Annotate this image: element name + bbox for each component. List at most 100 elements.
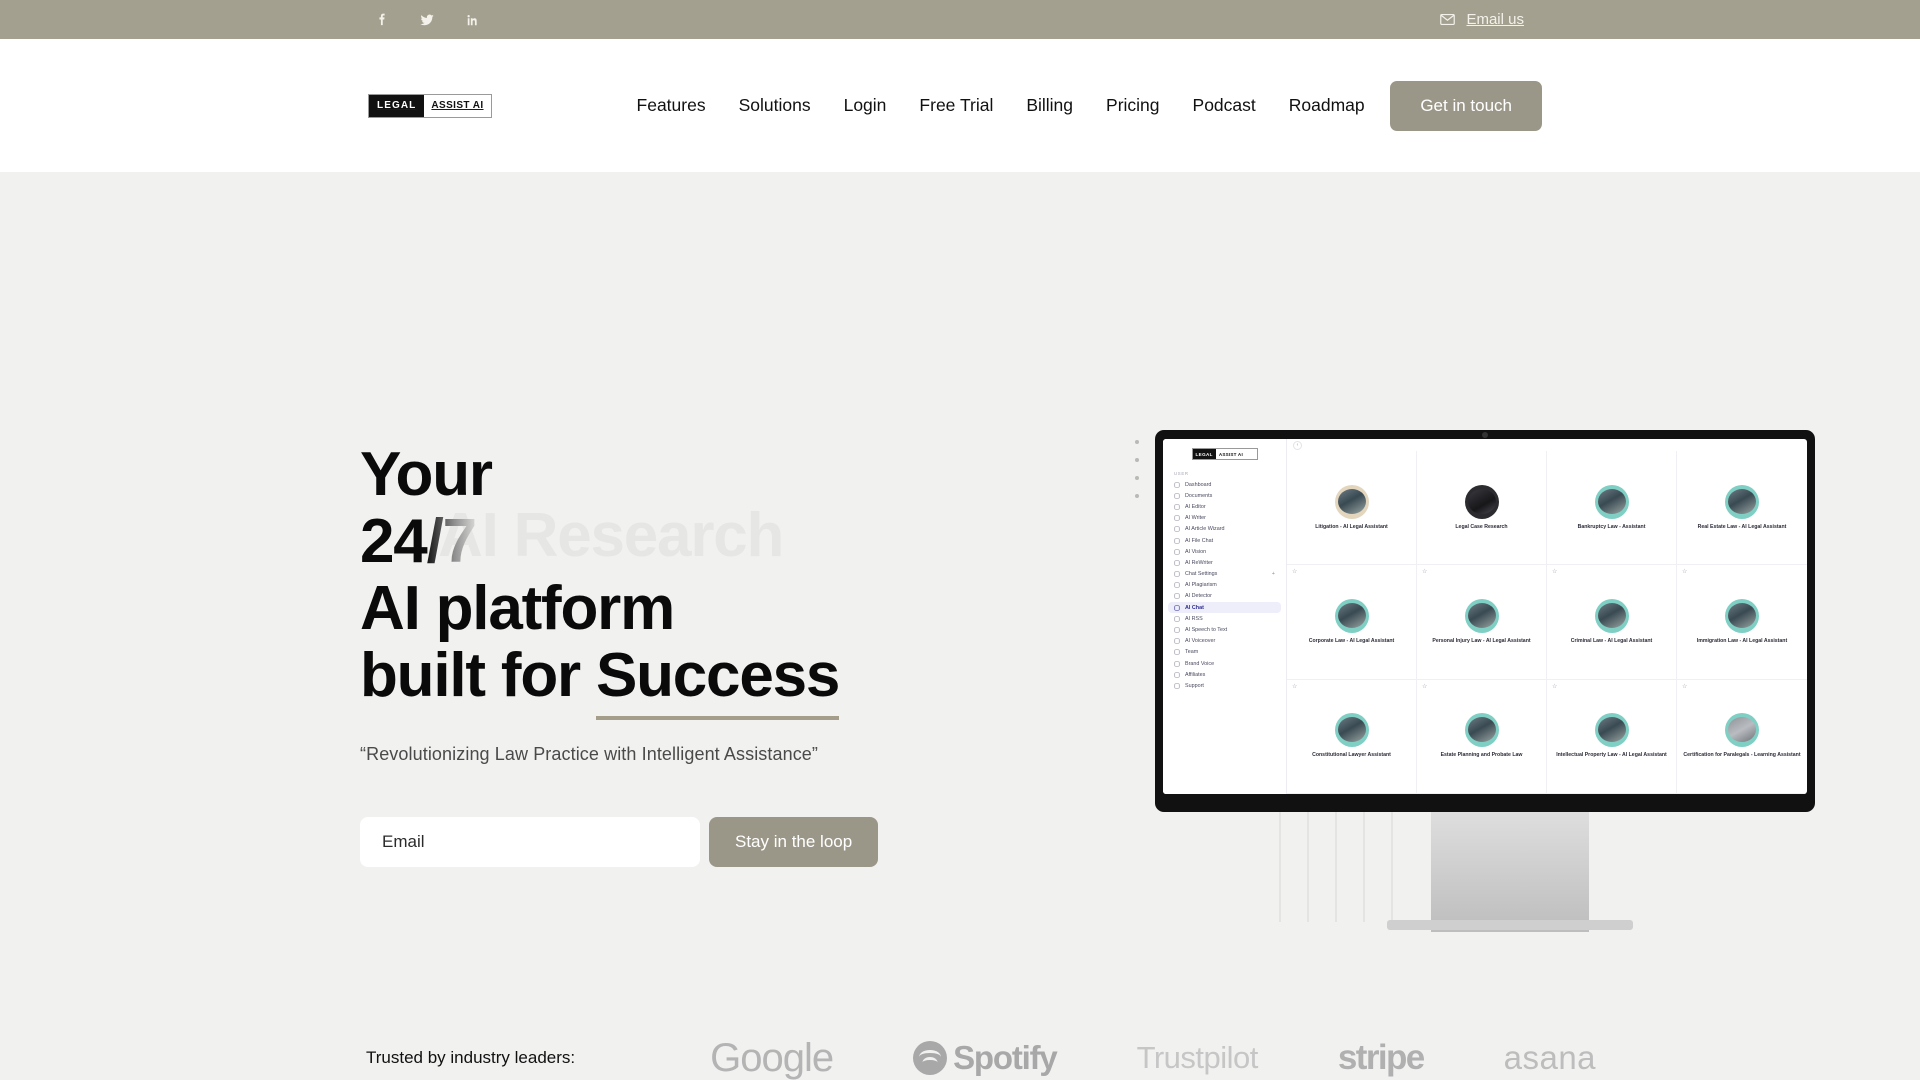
spotify-icon [913, 1041, 948, 1075]
trusted-by-label: Trusted by industry leaders: [366, 1048, 576, 1067]
hero-subtitle: “Revolutionizing Law Practice with Intel… [360, 743, 819, 764]
nav-item-billing[interactable]: Billing [1026, 95, 1073, 116]
mock-sidebar-item-support[interactable]: Support [1168, 680, 1281, 691]
mock-sidebar-item-ai-article-wizard[interactable]: AI Article Wizard [1168, 524, 1281, 535]
nav-item-roadmap[interactable]: Roadmap [1289, 95, 1365, 116]
email-us-link[interactable]: Email us [1439, 11, 1524, 28]
star-icon[interactable]: ☆ [1682, 684, 1687, 690]
mock-sidebar-item-ai-file-chat[interactable]: AI File Chat [1168, 535, 1281, 546]
mock-sidebar-item-ai-detector[interactable]: AI Detector [1168, 591, 1281, 602]
mock-assistant-card-label: Immigration Law - AI Legal Assistant [1696, 637, 1788, 644]
mock-sidebar-item-dashboard[interactable]: Dashboard [1168, 479, 1281, 490]
headline-line-4: built for Success [360, 640, 1120, 720]
mock-sidebar-item-ai-vision[interactable]: AI Vision [1168, 546, 1281, 557]
mock-assistant-card[interactable]: ☆ Corporate Law - AI Legal Assistant [1287, 565, 1417, 680]
email-us-label: Email us [1466, 11, 1524, 28]
chevron-left-icon[interactable]: ‹ [1293, 440, 1302, 450]
mock-assistant-card-label: Criminal Law - AI Legal Assistant [1570, 637, 1653, 644]
mock-sidebar-item-ai-editor[interactable]: AI Editor [1168, 501, 1281, 512]
facebook-icon[interactable] [373, 12, 389, 28]
rss-icon [1174, 616, 1180, 622]
mock-sidebar-item-chat-settings[interactable]: Chat Settings + [1168, 569, 1281, 580]
mock-logo-dark-word: LEGAL [1192, 449, 1216, 459]
mock-sidebar-item-ai-chat[interactable]: AI Chat [1168, 602, 1281, 614]
star-icon[interactable]: ☆ [1422, 569, 1427, 575]
mock-brand-logo[interactable]: LEGAL ASSIST AI [1191, 448, 1258, 460]
linkedin-icon[interactable] [465, 12, 481, 28]
dashboard-mockup: LEGAL ASSIST AI USER Dashboard Documents A… [1135, 422, 1815, 942]
mock-sidebar-item-documents[interactable]: Documents [1168, 490, 1281, 501]
headline-24: 24 [360, 506, 428, 576]
mock-sidebar-item-label: AI Editor [1185, 503, 1206, 510]
mock-assistant-card[interactable]: Real Estate Law - AI Legal Assistant [1677, 451, 1807, 566]
mock-sidebar-item-ai-voiceover[interactable]: AI Voiceover [1168, 636, 1281, 647]
mock-assistant-card-label: Litigation - AI Legal Assistant [1315, 523, 1388, 530]
headline-line-3: AI platform [360, 573, 675, 643]
star-icon[interactable]: ☆ [1292, 684, 1297, 690]
mock-sidebar-item-label: Support [1185, 682, 1204, 689]
mock-assistant-card-label: Constitutional Lawyer Assistant [1312, 752, 1391, 759]
mock-assistant-card[interactable]: ☆ Certification for Paralegals - Learning… [1677, 680, 1807, 794]
nav-item-pricing[interactable]: Pricing [1106, 95, 1160, 116]
mock-assistant-card-label: Real Estate Law - AI Legal Assistant [1697, 523, 1787, 530]
star-icon[interactable]: ☆ [1292, 569, 1297, 575]
twitter-icon[interactable] [419, 12, 435, 28]
avatar [1594, 598, 1629, 633]
mock-assistant-card-label: Estate Planning and Probate Law [1440, 752, 1523, 759]
headline-line-2: 24/7 [360, 506, 477, 576]
star-icon[interactable]: ☆ [1552, 569, 1557, 575]
mock-assistant-card[interactable]: Litigation - AI Legal Assistant [1287, 451, 1417, 566]
mock-assistant-card-label: Corporate Law - AI Legal Assistant [1308, 637, 1395, 644]
star-icon[interactable]: ☆ [1422, 684, 1427, 690]
spotify-logo-label: Spotify [953, 1039, 1058, 1076]
monitor-frame: LEGAL ASSIST AI USER Dashboard Documents A… [1155, 430, 1815, 812]
trustpilot-logo: Trustpilot [1136, 1040, 1259, 1075]
mock-assistant-card[interactable]: ☆ Intellectual Property Law - AI Legal As… [1547, 679, 1677, 794]
team-icon [1174, 649, 1180, 655]
mock-assistant-card[interactable]: ☆ Personal Injury Law - AI Legal Assistan… [1417, 565, 1547, 680]
mock-sidebar-section-label: USER [1174, 471, 1189, 476]
nav-item-solutions[interactable]: Solutions [739, 95, 811, 116]
chat-settings-icon [1174, 571, 1180, 577]
mock-sidebar-item-affiliates[interactable]: Affiliates [1168, 669, 1281, 680]
mock-sidebar-item-label: AI ReWriter [1185, 559, 1213, 566]
stay-in-the-loop-button[interactable]: Stay in the loop [709, 816, 879, 867]
monitor-screen: LEGAL ASSIST AI USER Dashboard Documents A… [1163, 439, 1807, 794]
headline-built-for: built for [360, 640, 596, 710]
mock-sidebar-item-ai-writer[interactable]: AI Writer [1168, 513, 1281, 524]
star-icon[interactable]: ☆ [1552, 684, 1557, 690]
mock-sidebar-item-ai-rewriter[interactable]: AI ReWriter [1168, 557, 1281, 568]
mock-assistant-card[interactable]: Bankruptcy Law - Assistant [1547, 451, 1677, 566]
mock-sidebar-item-label: Documents [1185, 492, 1213, 499]
nav-item-podcast[interactable]: Podcast [1193, 95, 1256, 116]
brand-logo[interactable]: LEGAL ASSIST AI [368, 93, 492, 118]
mock-sidebar-item-label: AI Voiceover [1185, 638, 1216, 645]
mock-sidebar-item-ai-rss[interactable]: AI RSS [1168, 613, 1281, 624]
nav-item-login[interactable]: Login [844, 95, 887, 116]
mock-assistant-card[interactable]: Legal Case Research [1417, 451, 1547, 566]
star-icon[interactable]: ☆ [1682, 569, 1687, 575]
mock-sidebar-item-label: AI File Chat [1185, 537, 1214, 544]
mock-sidebar-item-label: Chat Settings [1185, 571, 1218, 578]
avatar [1334, 598, 1369, 633]
mock-sidebar-item-ai-speech-to-text[interactable]: AI Speech to Text [1168, 624, 1281, 635]
get-in-touch-button[interactable]: Get in touch [1390, 80, 1542, 131]
email-input[interactable] [360, 816, 700, 867]
nav-item-features[interactable]: Features [637, 95, 706, 116]
mock-sidebar-item-team[interactable]: Team [1168, 647, 1281, 658]
mock-sidebar-item-label: Affiliates [1185, 671, 1206, 678]
mock-sidebar-item-brand-voice[interactable]: Brand Voice [1168, 658, 1281, 669]
mock-assistant-card[interactable]: ☆ Constitutional Lawyer Assistant [1287, 679, 1417, 794]
google-logo: Google [710, 1035, 834, 1080]
nav-item-free-trial[interactable]: Free Trial [919, 95, 993, 116]
mock-assistant-card[interactable]: ☆ Criminal Law - AI Legal Assistant [1547, 565, 1677, 680]
mock-sidebar-item-ai-plagiarism[interactable]: AI Plagiarism [1168, 580, 1281, 591]
mock-assistant-card-label: Bankruptcy Law - Assistant [1577, 523, 1646, 530]
mock-assistant-card[interactable]: ☆ Immigration Law - AI Legal Assistant [1677, 565, 1807, 680]
avatar [1725, 484, 1759, 519]
mock-main-area: ‹ Litigation - AI Legal Assistant Legal C… [1287, 439, 1807, 794]
mock-sidebar-add-icon[interactable]: + [1272, 571, 1275, 577]
mock-sidebar-item-label: Brand Voice [1185, 660, 1215, 667]
mock-assistant-card[interactable]: ☆ Estate Planning and Probate Law [1417, 679, 1547, 794]
article-wizard-icon [1174, 526, 1180, 532]
